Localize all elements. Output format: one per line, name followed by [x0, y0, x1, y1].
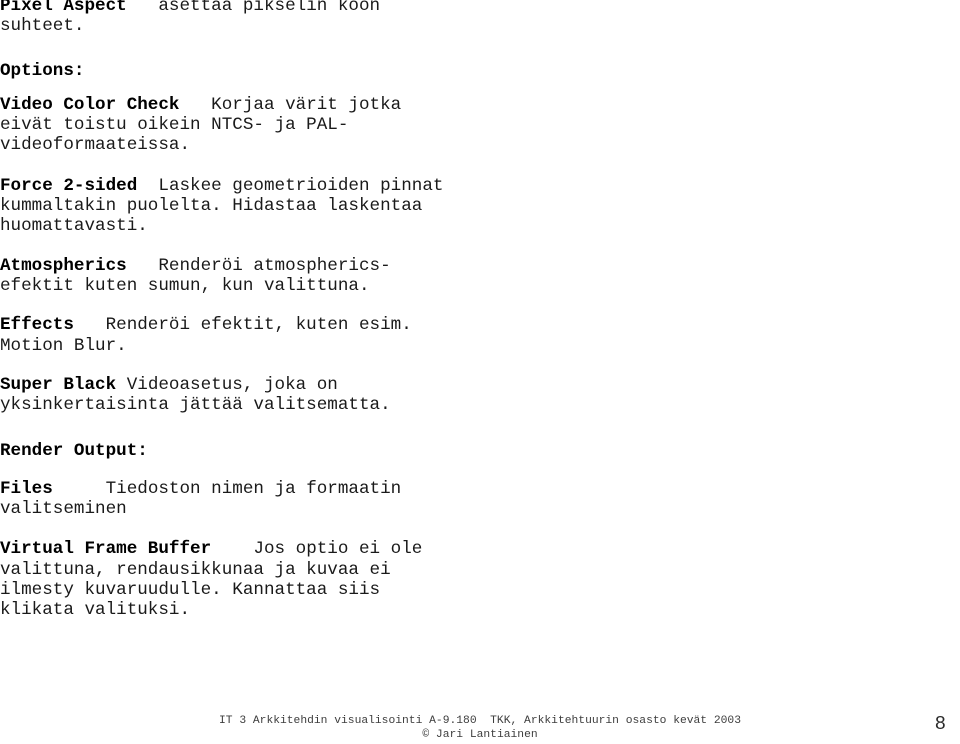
document-body: Pixel Aspect asettaa pikselin koon suhte… [0, 0, 520, 621]
page-number: 8 [934, 713, 946, 735]
definition-files: Files Tiedoston nimen ja formaatin valit… [0, 479, 520, 520]
document-page: Pixel Aspect asettaa pikselin koon suhte… [0, 0, 960, 744]
term-label: Effects [0, 315, 74, 336]
definition-video-color-check: Video Color Check Korjaa värit jotka eiv… [0, 95, 520, 156]
term-label: Files [0, 478, 53, 499]
term-description: Tiedoston nimen ja formaatin valitsemine… [0, 478, 402, 520]
term-label: Video Color Check [0, 94, 180, 115]
term-label: Atmospherics [0, 255, 127, 276]
term-label: Virtual Frame Buffer [0, 539, 212, 560]
term-label: Pixel Aspect [0, 0, 127, 16]
footer-copyright: © Jari Lantiainen [422, 729, 538, 741]
definition-virtual-frame-buffer: Virtual Frame Buffer Jos optio ei ole va… [0, 539, 520, 620]
definition-effects: Effects Renderöi efektit, kuten esim. Mo… [0, 315, 520, 356]
definition-pixel-aspect: Pixel Aspect asettaa pikselin koon suhte… [0, 0, 520, 37]
term-label: Force 2-sided [0, 175, 138, 196]
footer-course-line: IT 3 Arkkitehdin visualisointi A-9.180 T… [218, 715, 741, 727]
definition-super-black: Super Black Videoasetus, joka on yksinke… [0, 375, 520, 416]
term-label: Super Black [0, 374, 117, 395]
definition-atmospherics: Atmospherics Renderöi atmospherics- efek… [0, 256, 520, 297]
definition-force-2-sided: Force 2-sided Laskee geometrioiden pinna… [0, 176, 520, 237]
section-heading-render-output: Render Output: [0, 441, 148, 462]
section-heading-options: Options: [0, 60, 85, 81]
page-footer: IT 3 Arkkitehdin visualisointi A-9.180 T… [0, 714, 960, 742]
